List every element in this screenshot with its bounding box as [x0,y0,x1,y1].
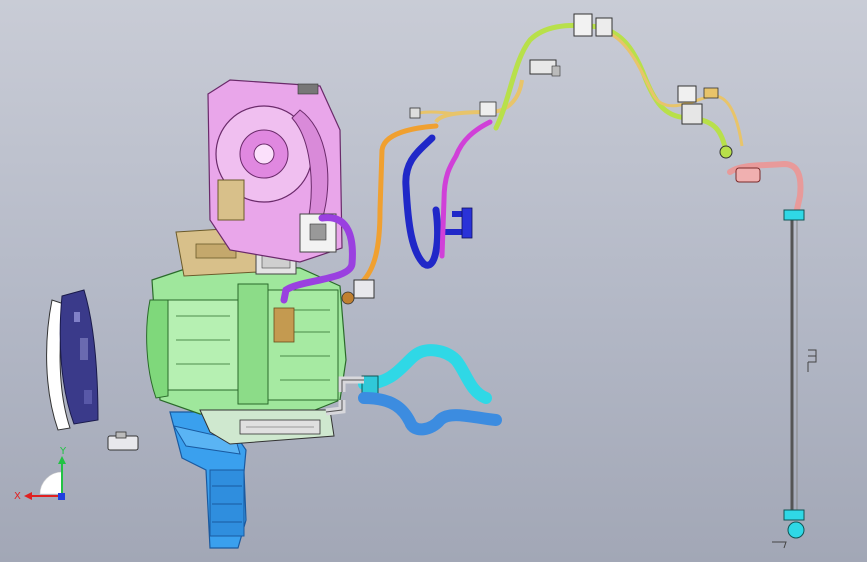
drain-assembly[interactable] [727,160,804,217]
cyan-hose[interactable] [358,344,492,404]
x-axis-label: X [14,491,21,502]
orange-pipe[interactable] [341,123,439,305]
axis-triad: Y X [14,446,67,502]
z-axis-marker [58,493,65,500]
instrument-cluster[interactable] [46,289,99,431]
vertical-rod[interactable] [772,209,817,549]
blower-housing[interactable] [207,79,343,263]
cad-viewport[interactable]: Y X [0,0,867,562]
hvac-housing[interactable] [146,263,347,417]
cad-model-view[interactable]: Y X [0,0,867,562]
y-axis-label: Y [59,446,67,457]
blue-hose[interactable] [358,392,502,436]
navy-pipe[interactable] [402,134,473,269]
lime-line[interactable] [493,13,744,159]
connector-part[interactable] [107,431,139,451]
